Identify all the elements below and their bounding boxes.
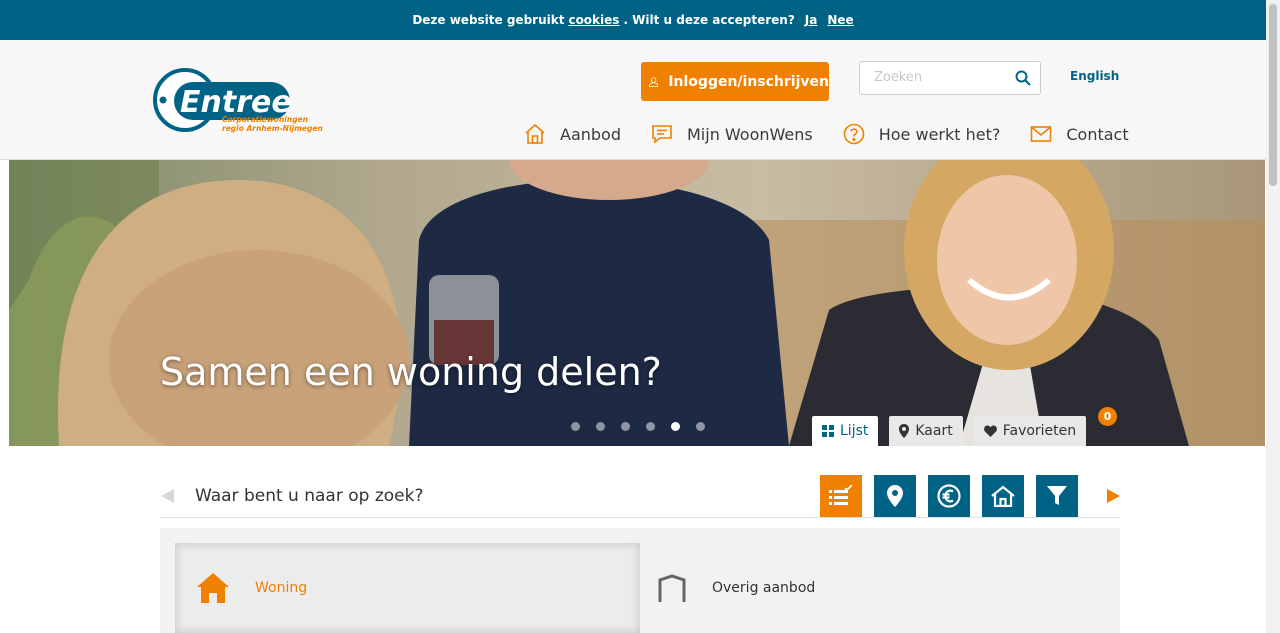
type-label: Overig aanbod	[712, 580, 816, 596]
cookie-text: Deze website gebruikt	[412, 13, 565, 27]
entree-logo[interactable]: Entree Corporatiewoningen regio Arnhem-N…	[152, 67, 327, 135]
cookie-decline-link[interactable]: Nee	[827, 13, 853, 27]
scrollbar-thumb[interactable]	[1269, 4, 1277, 186]
search-wizard-title: Waar bent u naar op zoek?	[195, 486, 424, 506]
garage-icon	[658, 574, 686, 602]
favorites-count-badge: 0	[1098, 407, 1117, 426]
house-icon	[991, 485, 1015, 507]
property-type-panel: Woning Overig aanbod	[160, 528, 1120, 633]
nav-item-hoe-werkt-het[interactable]: Hoe werkt het?	[843, 123, 1001, 145]
carousel-dots	[571, 422, 705, 431]
site-header: Entree Corporatiewoningen regio Arnhem-N…	[0, 40, 1266, 160]
tab-label: Lijst	[840, 423, 869, 439]
type-label: Woning	[255, 580, 308, 596]
carousel-dot[interactable]	[696, 422, 705, 431]
tab-kaart[interactable]: Kaart	[889, 416, 963, 446]
house-icon	[197, 573, 229, 603]
question-icon	[843, 123, 865, 145]
nav-label: Aanbod	[560, 124, 621, 144]
search-icon[interactable]	[1015, 70, 1031, 86]
step-price-button[interactable]	[928, 475, 970, 517]
step-filter-button[interactable]	[1036, 475, 1078, 517]
filter-icon	[1047, 486, 1067, 505]
logo-tagline-2: regio Arnhem-Nijmegen	[222, 124, 323, 133]
mail-icon	[1031, 126, 1052, 142]
grid-icon	[822, 425, 834, 437]
nav-label: Mijn WoonWens	[687, 124, 813, 144]
previous-arrow-icon[interactable]	[161, 489, 175, 503]
hero-photo	[9, 160, 1265, 446]
language-link[interactable]: English	[1070, 69, 1119, 83]
next-arrow-icon[interactable]	[1106, 489, 1120, 503]
location-icon	[887, 485, 903, 507]
type-option-overig-aanbod[interactable]: Overig aanbod	[658, 543, 1098, 633]
carousel-dot[interactable]	[571, 422, 580, 431]
hero-title: Samen een woning delen?	[160, 350, 662, 394]
map-pin-icon	[899, 424, 910, 438]
wizard-steps	[820, 475, 1078, 517]
cookie-bar: Deze website gebruikt cookies . Wilt u de…	[0, 0, 1266, 40]
login-label: Inloggen/inschrijven	[668, 73, 829, 90]
nav-label: Contact	[1066, 124, 1129, 144]
step-location-button[interactable]	[874, 475, 916, 517]
nav-item-contact[interactable]: Contact	[1030, 124, 1129, 144]
nav-item-aanbod[interactable]: Aanbod	[524, 123, 621, 145]
euro-icon	[937, 484, 961, 508]
cookie-question: . Wilt u deze accepteren?	[623, 13, 795, 27]
heart-icon	[983, 425, 997, 437]
chat-icon	[652, 125, 672, 144]
tab-lijst[interactable]: Lijst	[812, 416, 879, 446]
carousel-dot[interactable]	[621, 422, 630, 431]
nav-label: Hoe werkt het?	[878, 124, 1001, 144]
step-home-button[interactable]	[982, 475, 1024, 517]
step-type-button[interactable]	[820, 475, 862, 517]
carousel-dot[interactable]	[646, 422, 655, 431]
main-nav: Aanbod Mijn WoonWens Hoe werkt het? Cont…	[524, 123, 1129, 145]
user-icon	[649, 76, 659, 87]
tab-favorieten[interactable]: Favorieten	[973, 416, 1087, 446]
nav-item-mijn-woonwens[interactable]: Mijn WoonWens	[651, 124, 813, 144]
list-check-icon	[829, 485, 853, 505]
search-input[interactable]	[874, 62, 1019, 92]
carousel-dot[interactable]	[596, 422, 605, 431]
house-icon	[525, 123, 545, 144]
logo-tagline-1: Corporatiewoningen	[222, 115, 308, 124]
view-tabs: Lijst Kaart Favorieten	[812, 416, 1087, 446]
search-wizard: Waar bent u naar op zoek?	[160, 474, 1120, 518]
login-button[interactable]: Inloggen/inschrijven	[641, 62, 829, 101]
cookie-accept-link[interactable]: Ja	[805, 13, 818, 27]
hero-banner[interactable]: Samen een woning delen?	[9, 160, 1265, 446]
search-box	[859, 61, 1041, 95]
tab-label: Favorieten	[1002, 423, 1077, 439]
page-scrollbar[interactable]	[1266, 0, 1280, 633]
cookies-link[interactable]: cookies	[568, 13, 619, 27]
carousel-dot-active[interactable]	[671, 422, 680, 431]
type-option-woning[interactable]: Woning	[175, 543, 640, 633]
tab-label: Kaart	[915, 423, 953, 439]
